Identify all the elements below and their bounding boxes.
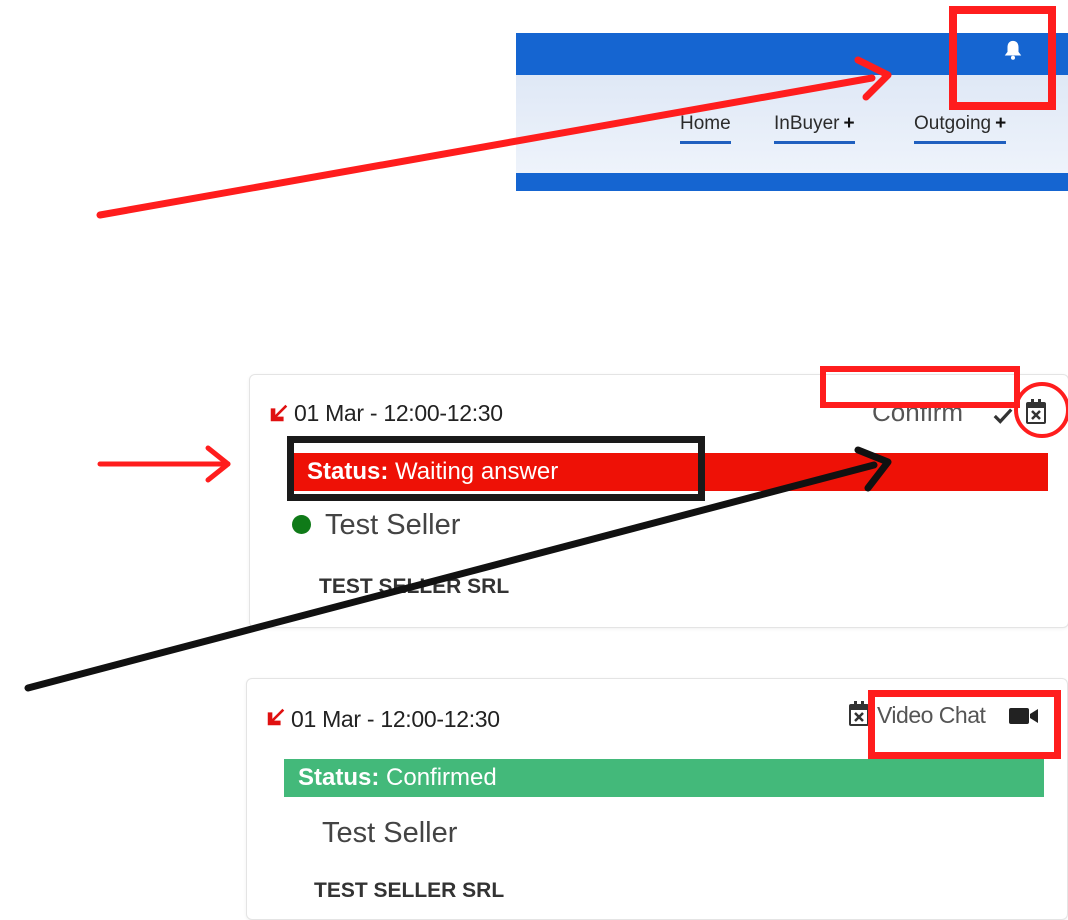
red-arrow-annotation	[97, 445, 231, 483]
red-box-annotation	[949, 6, 1056, 110]
navbar-bottom-bar	[516, 173, 1068, 191]
calendar-x-icon[interactable]	[1025, 399, 1047, 425]
company-name: TEST SELLER SRL	[314, 879, 505, 902]
plus-icon: +	[843, 113, 855, 134]
status-bar-confirmed: Status: Confirmed	[284, 759, 1044, 797]
company-name: TEST SELLER SRL	[319, 575, 510, 598]
black-box-annotation	[287, 436, 705, 501]
online-status-dot	[292, 515, 311, 534]
red-box-annotation	[868, 690, 1061, 759]
status-label: Status:	[298, 764, 380, 791]
calendar-x-icon[interactable]	[848, 701, 870, 727]
nav-link-home[interactable]: Home	[680, 111, 731, 144]
incoming-arrow-icon	[267, 708, 285, 726]
nav-link-inbuyer[interactable]: InBuyer +	[774, 111, 855, 144]
appointment-card: 01 Mar - 12:00-12:30 Confirm Status: Wai…	[249, 374, 1068, 628]
plus-icon: +	[995, 113, 1007, 134]
seller-name: Test Seller	[325, 509, 461, 541]
check-icon[interactable]	[992, 405, 1014, 427]
seller-name: Test Seller	[322, 817, 458, 849]
appointment-time: 01 Mar - 12:00-12:30	[294, 400, 503, 426]
status-value: Confirmed	[386, 764, 497, 791]
appointment-time: 01 Mar - 12:00-12:30	[291, 706, 500, 732]
nav-link-label: Outgoing	[914, 113, 992, 134]
nav-link-outgoing[interactable]: Outgoing +	[914, 111, 1007, 144]
red-box-annotation	[820, 366, 1020, 408]
incoming-arrow-icon	[270, 404, 288, 422]
nav-link-label: Home	[680, 113, 731, 134]
nav-link-label: InBuyer	[774, 113, 840, 134]
